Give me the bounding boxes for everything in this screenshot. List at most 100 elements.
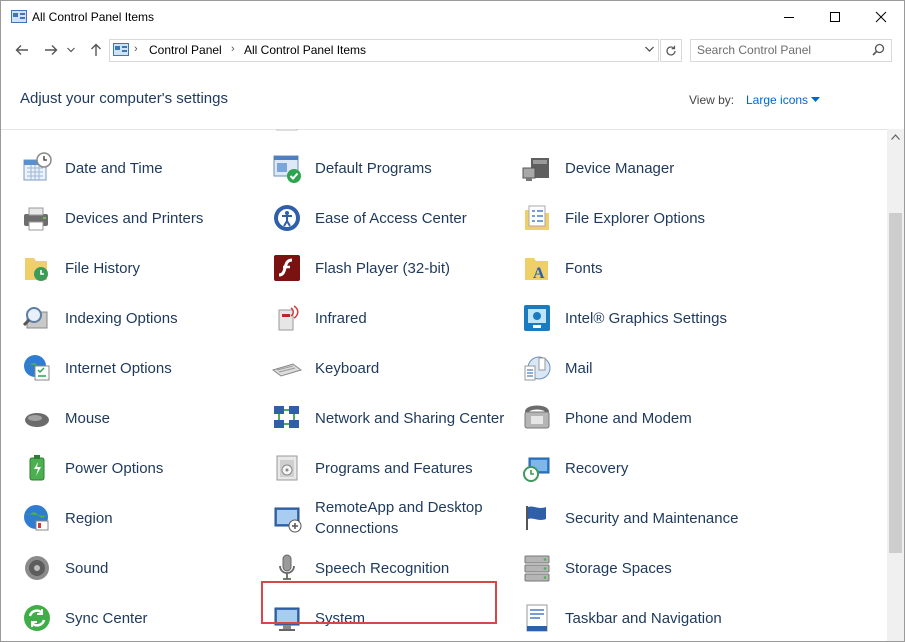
security-maintenance-icon: [526, 506, 546, 530]
forward-arrow-icon: [45, 45, 58, 55]
region-icon: [24, 505, 49, 531]
control-panel-item-label: Taskbar and Navigation: [565, 609, 722, 627]
control-panel-item[interactable]: Device Manager: [521, 146, 761, 190]
chevron-down-icon[interactable]: [811, 97, 820, 102]
control-panel-item[interactable]: Keyboard: [271, 346, 511, 390]
search-icon[interactable]: [872, 43, 885, 56]
flash-player-icon: [274, 255, 300, 281]
control-panel-item[interactable]: Power Options: [21, 446, 261, 490]
control-panel-item[interactable]: Ease of Access Center: [271, 196, 511, 240]
control-panel-item[interactable]: Mail: [521, 346, 761, 390]
minimize-icon: [784, 17, 794, 18]
sound-icon: [25, 556, 49, 580]
control-panel-item-label: Fonts: [565, 259, 603, 277]
remoteapp-icon: [274, 507, 302, 533]
scrollbar-thumb[interactable]: [889, 213, 902, 553]
control-panel-item-label: Region: [65, 509, 113, 527]
control-panel-item[interactable]: Sound: [21, 546, 261, 590]
credential-manager-icon: [521, 129, 553, 134]
control-panel-item[interactable]: Phone and Modem: [521, 396, 761, 440]
control-panel-item-label: File Explorer Options: [565, 209, 706, 227]
control-panel-item[interactable]: RemoteApp and Desktop Connections: [271, 496, 511, 540]
default-programs-icon: [273, 155, 301, 183]
fonts-icon: A: [525, 258, 548, 282]
control-panel-item[interactable]: Flash Player (32-bit): [271, 246, 511, 290]
file-explorer-options-icon: [525, 205, 549, 230]
control-panel-item-label: Device Manager: [565, 159, 675, 177]
vertical-scrollbar[interactable]: [887, 129, 904, 641]
control-panel-item[interactable]: Credential Manager: [521, 129, 761, 140]
minimize-button[interactable]: [766, 1, 812, 33]
view-by-dropdown[interactable]: Large icons: [746, 93, 808, 107]
breadcrumb-separator-icon[interactable]: ›: [134, 43, 138, 55]
control-panel-item[interactable]: File History: [21, 246, 261, 290]
forward-button[interactable]: [41, 41, 61, 59]
control-panel-item-label: Programs and Features: [315, 459, 473, 477]
close-icon: [875, 11, 887, 23]
window-title: All Control Panel Items: [32, 10, 155, 24]
chevron-down-icon[interactable]: [645, 46, 654, 52]
search-input[interactable]: [697, 42, 865, 58]
breadcrumb-separator-icon[interactable]: ›: [231, 43, 235, 55]
control-panel-item-label: Mail: [565, 359, 593, 377]
search-box[interactable]: [690, 39, 892, 62]
control-panel-item[interactable]: Default Programs: [271, 146, 511, 190]
scroll-up-icon[interactable]: [891, 134, 900, 140]
recovery-icon: [523, 457, 550, 482]
control-panel-item-label: Devices and Printers: [65, 209, 204, 227]
control-panel-icon: [11, 10, 27, 23]
control-panel-icon: [113, 43, 129, 56]
control-panel-item[interactable]: Region: [21, 496, 261, 540]
control-panel-item-label: Internet Options: [65, 359, 172, 377]
control-panel-item[interactable]: Color Management: [271, 129, 511, 140]
control-panel-item[interactable]: Taskbar and Navigation: [521, 596, 761, 640]
recent-locations-button[interactable]: [64, 41, 78, 59]
up-button[interactable]: [86, 41, 106, 59]
control-panel-item[interactable]: Mouse: [21, 396, 261, 440]
control-panel-item-label: Network and Sharing Center: [315, 409, 505, 427]
control-panel-item[interactable]: A Fonts: [521, 246, 761, 290]
view-by-label: View by:: [689, 93, 735, 107]
mail-icon: [524, 356, 551, 381]
close-button[interactable]: [858, 1, 904, 33]
control-panel-item[interactable]: Network and Sharing Center: [271, 396, 511, 440]
control-panel-item[interactable]: Storage Spaces: [521, 546, 761, 590]
control-panel-item[interactable]: Devices and Printers: [21, 196, 261, 240]
control-panel-item[interactable]: Infrared: [271, 296, 511, 340]
ease-of-access-icon: [274, 205, 300, 231]
back-button[interactable]: [12, 41, 32, 59]
device-manager-icon: [522, 158, 549, 181]
color-management-icon: [276, 129, 298, 131]
breadcrumb-control-panel[interactable]: Control Panel: [149, 43, 222, 57]
maximize-button[interactable]: [812, 1, 858, 33]
control-panel-item[interactable]: Date and Time: [21, 146, 261, 190]
network-sharing-icon: [274, 406, 299, 428]
control-panel-item-label: Ease of Access Center: [315, 209, 467, 227]
control-panel-item-label: Color Management: [315, 129, 511, 140]
content-header: Adjust your computer's settings View by:…: [1, 67, 904, 130]
control-panel-item[interactable]: BitLocker Drive Encryption: [21, 129, 261, 140]
control-panel-item[interactable]: Sync Center: [21, 596, 261, 640]
page-title: Adjust your computer's settings: [20, 90, 228, 107]
control-panel-item-label: BitLocker Drive Encryption: [65, 129, 261, 140]
breadcrumb-all-items[interactable]: All Control Panel Items: [244, 43, 366, 57]
control-panel-item[interactable]: Programs and Features: [271, 446, 511, 490]
refresh-button[interactable]: [660, 39, 682, 62]
control-panel-item[interactable]: File Explorer Options: [521, 196, 761, 240]
control-panel-item[interactable]: Internet Options: [21, 346, 261, 390]
date-time-icon: [23, 152, 52, 181]
control-panel-item[interactable]: Recovery: [521, 446, 761, 490]
address-bar[interactable]: › Control Panel › All Control Panel Item…: [109, 39, 659, 62]
navigation-bar: › Control Panel › All Control Panel Item…: [1, 33, 904, 67]
devices-printers-icon: [24, 207, 48, 231]
indexing-options-icon: [22, 307, 48, 329]
control-panel-item[interactable]: Indexing Options: [21, 296, 261, 340]
control-panel-item[interactable]: Security and Maintenance: [521, 496, 761, 540]
control-panel-item-label: RemoteApp and Desktop Connections: [315, 499, 483, 537]
control-panel-item-label: Security and Maintenance: [565, 509, 739, 527]
bitlocker-icon: [21, 129, 53, 134]
refresh-icon: [666, 45, 676, 56]
control-panel-item[interactable]: Intel® Graphics Settings: [521, 296, 761, 340]
control-panel-item-label: Storage Spaces: [565, 559, 672, 577]
title-bar: All Control Panel Items: [1, 1, 904, 33]
